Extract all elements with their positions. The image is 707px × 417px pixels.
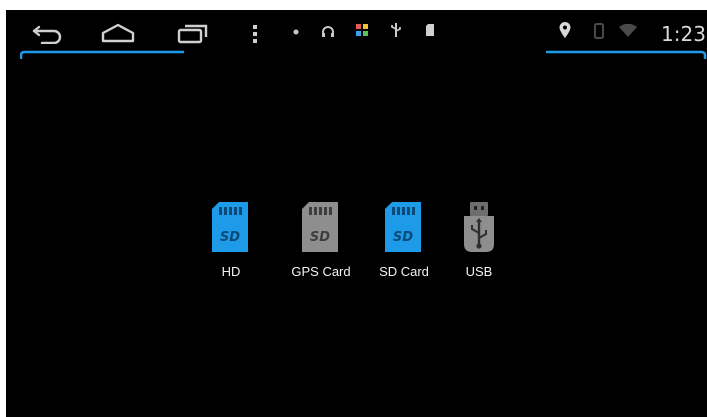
source-label: GPS Card	[291, 264, 351, 279]
source-hd[interactable]: SD HD	[188, 200, 274, 280]
screen: 1:23 SD HD SD GPS Card SD SD Card USB	[6, 10, 707, 417]
svg-text:SD: SD	[220, 230, 240, 245]
sd-card-icon: SD	[300, 200, 342, 254]
storage-source-list: SD HD SD GPS Card SD SD Card USB	[6, 10, 707, 417]
source-usb[interactable]: USB	[436, 200, 522, 280]
svg-text:SD: SD	[310, 230, 330, 245]
usb-drive-icon	[459, 200, 499, 254]
source-label: SD Card	[379, 264, 429, 279]
source-sd-card[interactable]: SD SD Card	[361, 200, 447, 280]
sd-card-icon: SD	[210, 200, 252, 254]
source-gps-card[interactable]: SD GPS Card	[278, 200, 364, 280]
source-label: HD	[221, 264, 241, 279]
sd-card-icon: SD	[383, 200, 425, 254]
svg-text:SD: SD	[393, 230, 413, 245]
source-label: USB	[465, 264, 493, 279]
